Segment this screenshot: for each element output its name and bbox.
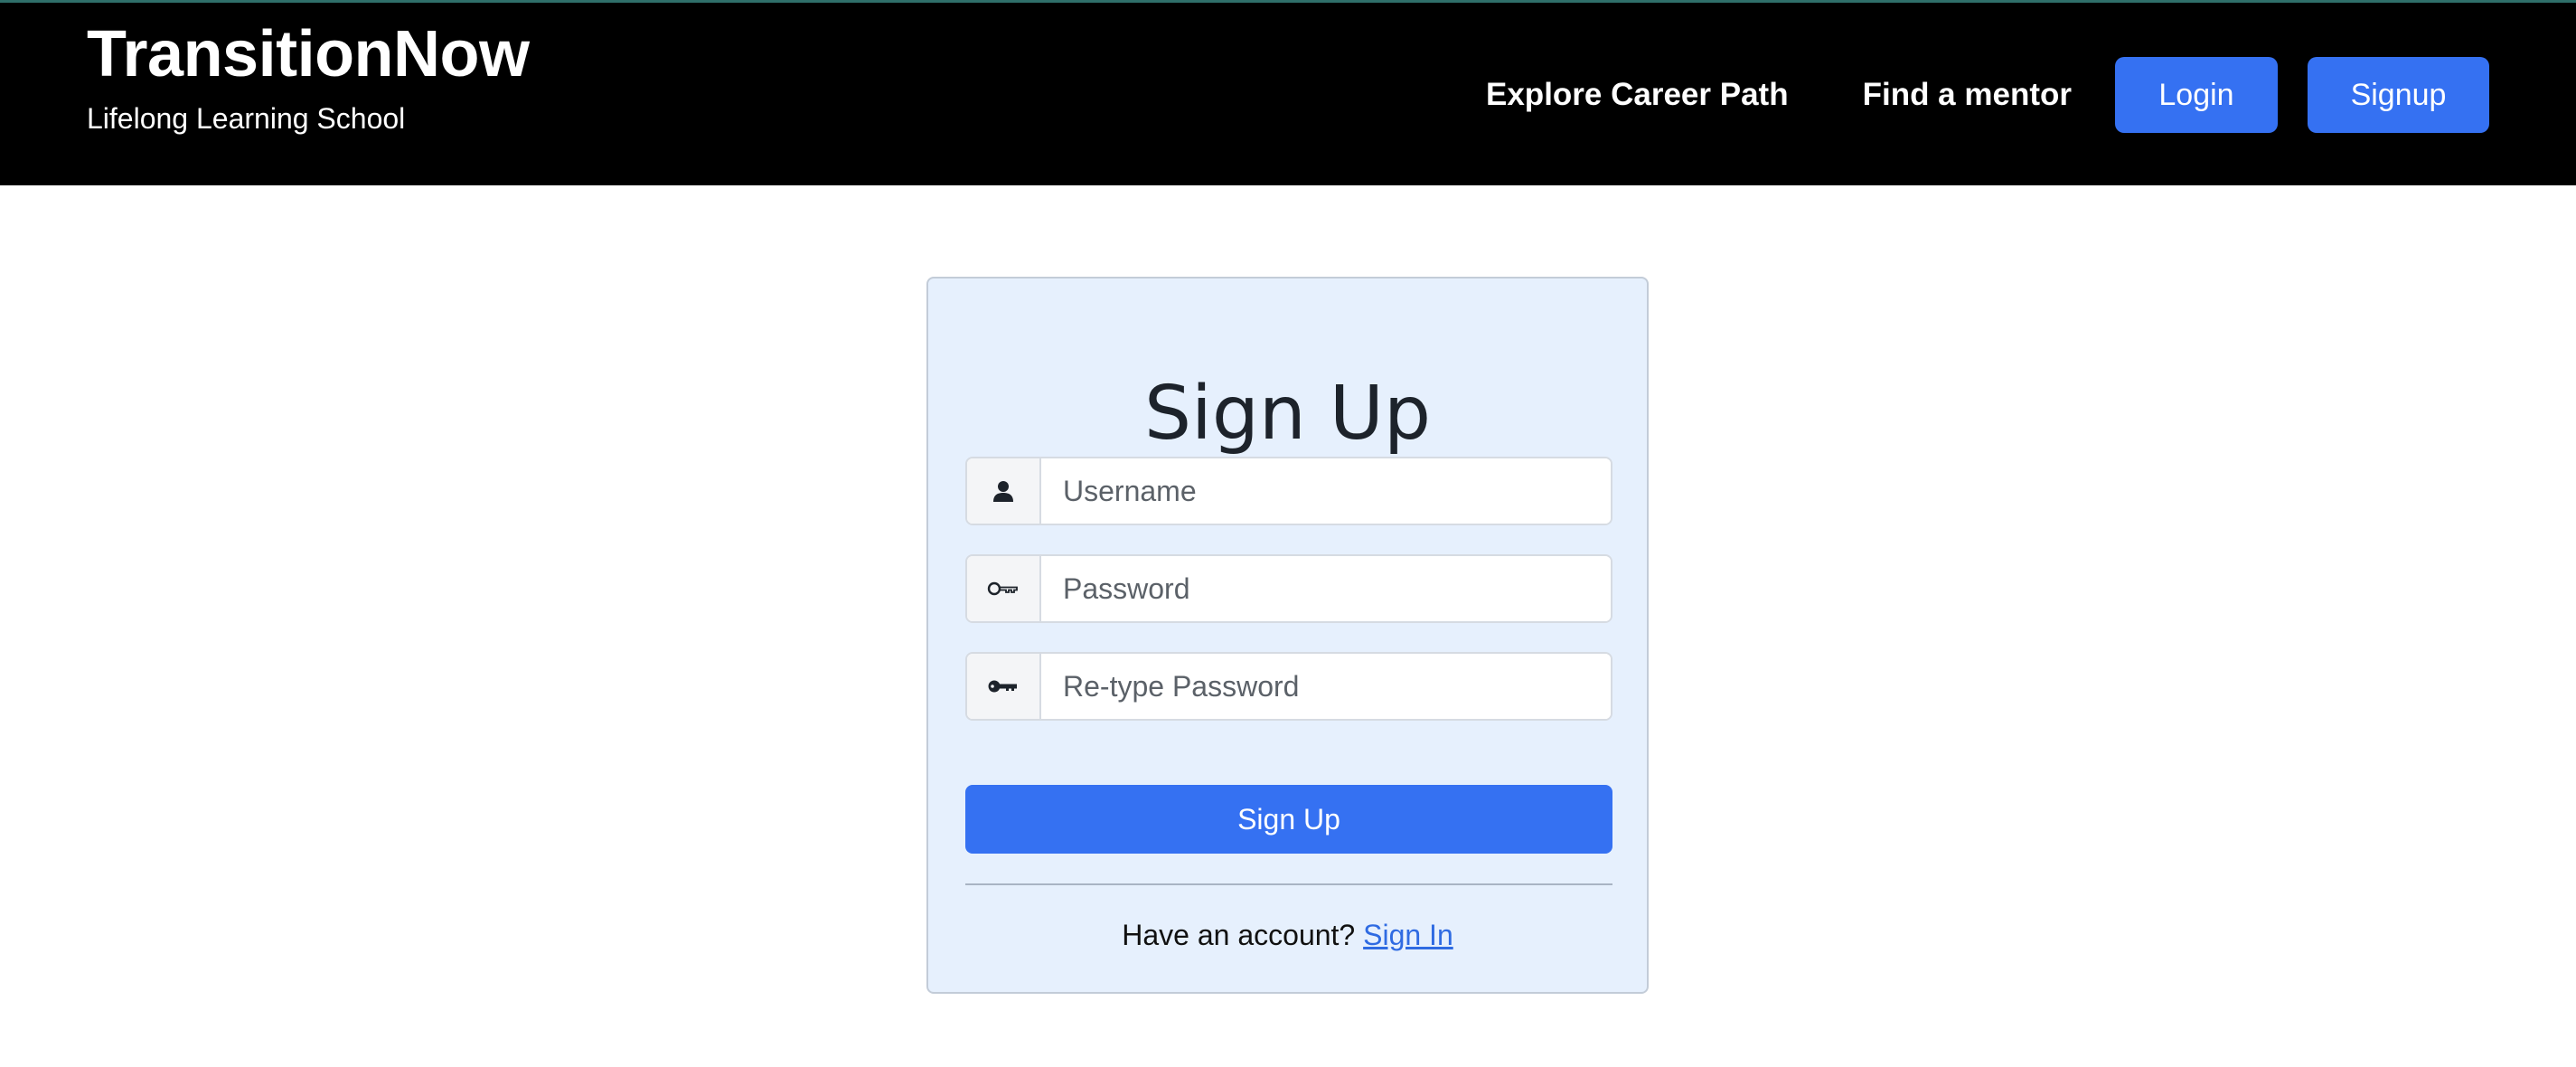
password-input[interactable] bbox=[1041, 556, 1611, 621]
login-button[interactable]: Login bbox=[2115, 57, 2278, 133]
key-outline-icon bbox=[967, 556, 1041, 621]
signup-button[interactable]: Signup bbox=[2308, 57, 2489, 133]
site-subtitle: Lifelong Learning School bbox=[87, 102, 406, 135]
key-filled-icon bbox=[967, 654, 1041, 719]
top-navbar: TransitionNow Lifelong Learning School E… bbox=[0, 0, 2576, 185]
have-account-text: Have an account? bbox=[1122, 919, 1356, 951]
signup-submit-button[interactable]: Sign Up bbox=[965, 785, 1612, 854]
user-icon bbox=[967, 458, 1041, 524]
nav-explore-career-path[interactable]: Explore Career Path bbox=[1486, 77, 1789, 113]
form-title: Sign Up bbox=[1144, 370, 1431, 457]
username-field bbox=[965, 457, 1612, 525]
signin-prompt: Have an account? Sign In bbox=[928, 919, 1647, 952]
signup-card: Sign Up Sign Up bbox=[926, 277, 1649, 994]
username-input[interactable] bbox=[1041, 458, 1611, 524]
signin-link[interactable]: Sign In bbox=[1363, 919, 1453, 951]
divider bbox=[965, 883, 1612, 885]
password-field bbox=[965, 554, 1612, 623]
brand: TransitionNow Lifelong Learning School bbox=[87, 15, 530, 137]
retype-password-input[interactable] bbox=[1041, 654, 1611, 719]
site-title[interactable]: TransitionNow bbox=[87, 15, 530, 93]
retype-password-field bbox=[965, 652, 1612, 721]
main-nav: Explore Career Path Find a mentor Login … bbox=[1486, 57, 2489, 133]
nav-find-a-mentor[interactable]: Find a mentor bbox=[1863, 77, 2072, 113]
